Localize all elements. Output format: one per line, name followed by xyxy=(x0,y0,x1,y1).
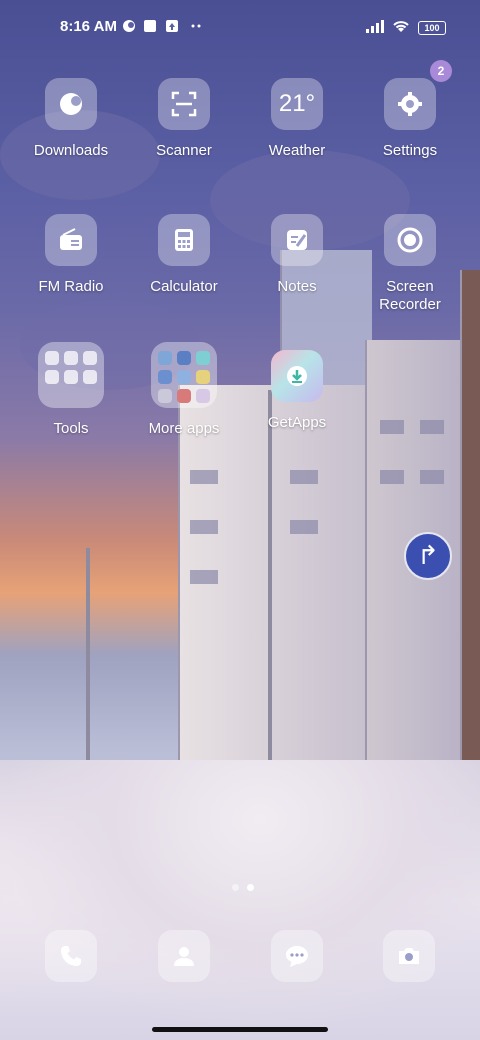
app-weather[interactable]: 21° Weather xyxy=(242,78,352,160)
app-downloads[interactable]: Downloads xyxy=(16,78,126,160)
calculator-icon xyxy=(158,214,210,266)
page-dot[interactable] xyxy=(232,884,239,891)
app-label: Weather xyxy=(268,142,326,159)
record-icon xyxy=(384,214,436,266)
app-label: More apps xyxy=(148,420,220,437)
app-calculator[interactable]: Calculator xyxy=(129,214,239,296)
folder-tools[interactable]: Tools xyxy=(16,342,126,438)
contacts-icon xyxy=(174,947,194,966)
more-dots-icon xyxy=(191,24,201,28)
app-label: Screen Recorder xyxy=(379,278,441,313)
app-label: Downloads xyxy=(33,142,109,159)
scanner-icon xyxy=(158,78,210,130)
phone-icon xyxy=(61,946,81,966)
notes-icon xyxy=(271,214,323,266)
app-label: Calculator xyxy=(150,278,218,295)
app-label: FM Radio xyxy=(38,278,104,295)
app-label: Tools xyxy=(53,420,89,437)
app-settings[interactable]: Settings xyxy=(355,78,465,160)
radio-icon xyxy=(45,214,97,266)
weather-temp: 21° xyxy=(278,90,316,117)
app-label: Scanner xyxy=(156,142,212,159)
app-fm-radio[interactable]: FM Radio xyxy=(16,214,126,296)
dock-contacts[interactable] xyxy=(158,930,210,982)
battery-indicator: 100 xyxy=(418,21,446,35)
wifi-icon xyxy=(393,21,409,32)
dock-messages[interactable] xyxy=(271,930,323,982)
app-label: Notes xyxy=(277,278,317,295)
app-scanner[interactable]: Scanner xyxy=(129,78,239,160)
status-time: 8:16 AM xyxy=(60,18,117,35)
folder-more-apps[interactable]: More apps xyxy=(129,342,239,438)
app-getapps[interactable]: GetApps xyxy=(242,350,352,432)
getapps-icon xyxy=(271,350,323,402)
downloads-icon xyxy=(45,78,97,130)
upload-icon xyxy=(166,20,178,32)
weather-icon: 21° xyxy=(271,78,323,130)
gear-icon xyxy=(384,78,436,130)
app-label: Settings xyxy=(382,142,438,159)
camera-icon xyxy=(399,948,419,964)
folder-icon xyxy=(151,342,217,408)
messages-icon xyxy=(286,946,308,967)
notification-square-icon xyxy=(144,20,156,32)
dock-phone[interactable] xyxy=(45,930,97,982)
app-screen-recorder[interactable]: Screen Recorder xyxy=(355,214,465,314)
dock-camera[interactable] xyxy=(383,930,435,982)
page-indicator xyxy=(228,878,258,896)
road-sign: ↱ xyxy=(404,532,452,580)
folder-icon xyxy=(38,342,104,408)
page-dot-active[interactable] xyxy=(247,884,254,891)
signal-icon xyxy=(366,20,384,33)
app-label: GetApps xyxy=(267,414,327,431)
notification-icon xyxy=(123,20,135,32)
status-bar: 8:16 AM 100 xyxy=(0,0,480,56)
app-notes[interactable]: Notes xyxy=(242,214,352,296)
home-indicator[interactable] xyxy=(152,1027,328,1032)
